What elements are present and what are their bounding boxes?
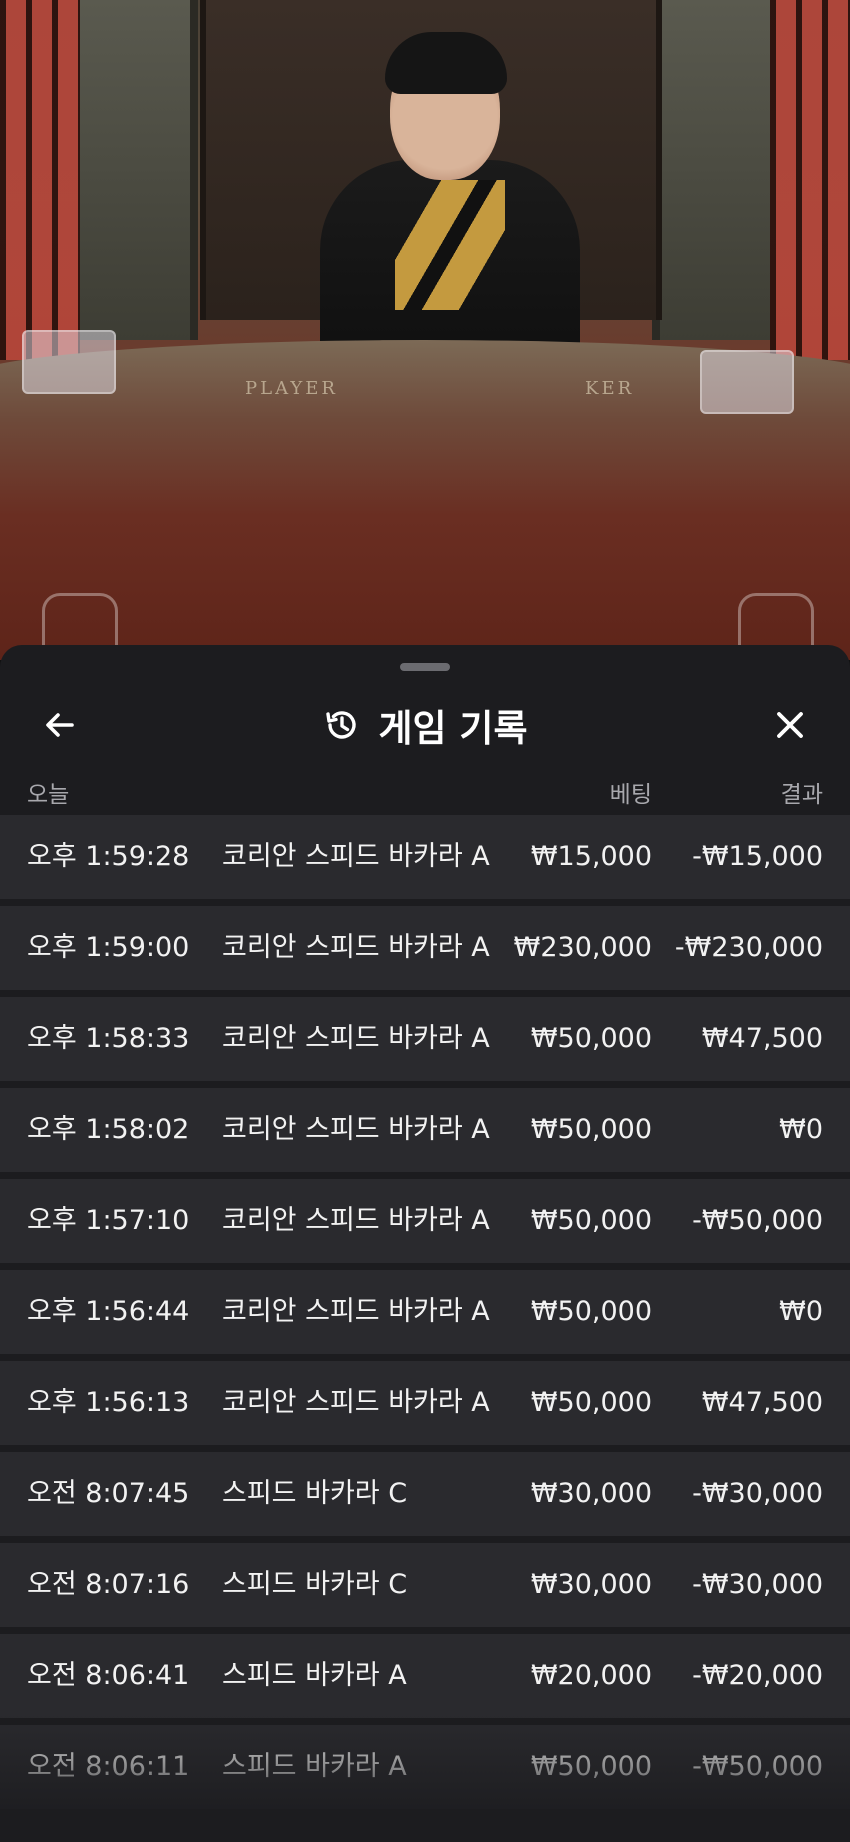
- row-result-amount: -₩50,000: [692, 1751, 823, 1782]
- live-video-feed: PLAYER KER: [0, 0, 850, 660]
- decor-lattice-left: [0, 0, 80, 360]
- row-result-amount: ₩0: [779, 1114, 823, 1145]
- row-game-name: 코리안 스피드 바카라 A: [222, 1387, 490, 1418]
- row-bet-amount: ₩50,000: [530, 1205, 652, 1236]
- sheet-title-group: 게임 기록: [0, 685, 850, 765]
- history-row[interactable]: 오후 1:58:33 코리안 스피드 바카라 A ₩50,000 ₩47,500: [0, 997, 850, 1081]
- row-time: 오전 8:07:16: [27, 1569, 190, 1600]
- row-bet-amount: ₩230,000: [513, 932, 652, 963]
- row-game-name: 코리안 스피드 바카라 A: [222, 932, 490, 963]
- row-time: 오전 8:07:45: [27, 1478, 190, 1509]
- table-label-banker: KER: [585, 378, 635, 399]
- row-game-name: 코리안 스피드 바카라 A: [222, 1023, 490, 1054]
- history-row[interactable]: 오후 1:59:00 코리안 스피드 바카라 A ₩230,000 -₩230,000: [0, 906, 850, 990]
- history-row[interactable]: 오전 8:06:11 스피드 바카라 A ₩50,000 -₩50,000: [0, 1725, 850, 1809]
- row-bet-amount: ₩50,000: [530, 1387, 652, 1418]
- row-game-name: 코리안 스피드 바카라 A: [222, 1114, 490, 1145]
- decor-lattice-right: [770, 0, 850, 360]
- table-label-player: PLAYER: [245, 378, 338, 399]
- row-game-name: 스피드 바카라 A: [222, 1751, 407, 1782]
- dealer-hair: [385, 32, 507, 94]
- row-bet-amount: ₩15,000: [530, 841, 652, 872]
- row-game-name: 코리안 스피드 바카라 A: [222, 841, 490, 872]
- column-header-bet: 베팅: [609, 782, 652, 808]
- card-shoe-left: [22, 330, 116, 394]
- history-row[interactable]: 오전 8:07:45 스피드 바카라 C ₩30,000 -₩30,000: [0, 1452, 850, 1536]
- row-bet-amount: ₩50,000: [530, 1751, 652, 1782]
- row-bet-amount: ₩50,000: [530, 1114, 652, 1145]
- row-time: 오후 1:58:33: [27, 1023, 190, 1054]
- row-result-amount: -₩230,000: [674, 932, 823, 963]
- row-result-amount: -₩30,000: [692, 1478, 823, 1509]
- row-bet-amount: ₩20,000: [530, 1660, 652, 1691]
- row-game-name: 스피드 바카라 C: [222, 1569, 408, 1600]
- close-button[interactable]: [762, 697, 818, 753]
- history-row[interactable]: 오후 1:57:10 코리안 스피드 바카라 A ₩50,000 -₩50,000: [0, 1179, 850, 1263]
- row-result-amount: -₩20,000: [692, 1660, 823, 1691]
- row-bet-amount: ₩50,000: [530, 1296, 652, 1327]
- row-time: 오후 1:56:44: [27, 1296, 190, 1327]
- card-shoe-right: [700, 350, 794, 414]
- row-result-amount: -₩15,000: [692, 841, 823, 872]
- row-time: 오후 1:59:00: [27, 932, 190, 963]
- row-time: 오전 8:06:11: [27, 1751, 190, 1782]
- row-bet-amount: ₩30,000: [530, 1478, 652, 1509]
- row-time: 오전 8:06:41: [27, 1660, 190, 1691]
- sheet-grabber[interactable]: [400, 663, 450, 671]
- row-bet-amount: ₩30,000: [530, 1569, 652, 1600]
- row-game-name: 스피드 바카라 C: [222, 1478, 408, 1509]
- history-row[interactable]: 오후 1:59:28 코리안 스피드 바카라 A ₩15,000 -₩15,000: [0, 815, 850, 899]
- row-game-name: 코리안 스피드 바카라 A: [222, 1296, 490, 1327]
- row-result-amount: -₩30,000: [692, 1569, 823, 1600]
- row-game-name: 스피드 바카라 A: [222, 1660, 407, 1691]
- history-row[interactable]: 오후 1:56:44 코리안 스피드 바카라 A ₩50,000 ₩0: [0, 1270, 850, 1354]
- history-list: 오후 1:59:28 코리안 스피드 바카라 A ₩15,000 -₩15,000 오후…: [0, 815, 850, 1816]
- history-row[interactable]: 오전 8:07:16 스피드 바카라 C ₩30,000 -₩30,000: [0, 1543, 850, 1627]
- history-clock-icon: [326, 711, 357, 739]
- row-result-amount: ₩47,500: [701, 1023, 823, 1054]
- column-header-date: 오늘: [27, 782, 70, 808]
- history-row[interactable]: 오후 1:56:13 코리안 스피드 바카라 A ₩50,000 ₩47,500: [0, 1361, 850, 1445]
- row-time: 오후 1:58:02: [27, 1114, 190, 1145]
- game-history-sheet: 게임 기록 오늘 베팅 결과 오후 1:59:28 코리안 스피드 바카라 A ₩1…: [0, 645, 850, 1842]
- row-result-amount: ₩47,500: [701, 1387, 823, 1418]
- row-game-name: 코리안 스피드 바카라 A: [222, 1205, 490, 1236]
- column-header-result: 결과: [780, 782, 823, 808]
- row-result-amount: ₩0: [779, 1296, 823, 1327]
- history-row[interactable]: 오후 1:58:02 코리안 스피드 바카라 A ₩50,000 ₩0: [0, 1088, 850, 1172]
- dealer-lapel: [395, 180, 505, 310]
- history-row[interactable]: 오전 8:06:41 스피드 바카라 A ₩20,000 -₩20,000: [0, 1634, 850, 1718]
- close-x-icon: [777, 712, 803, 738]
- wall-panel-right: [652, 0, 770, 340]
- row-time: 오후 1:57:10: [27, 1205, 190, 1236]
- wall-panel-left: [80, 0, 198, 340]
- row-bet-amount: ₩50,000: [530, 1023, 652, 1054]
- sheet-header: 게임 기록: [0, 685, 850, 765]
- row-time: 오후 1:59:28: [27, 841, 190, 872]
- sheet-title: 게임 기록: [378, 707, 528, 750]
- row-result-amount: -₩50,000: [692, 1205, 823, 1236]
- row-time: 오후 1:56:13: [27, 1387, 190, 1418]
